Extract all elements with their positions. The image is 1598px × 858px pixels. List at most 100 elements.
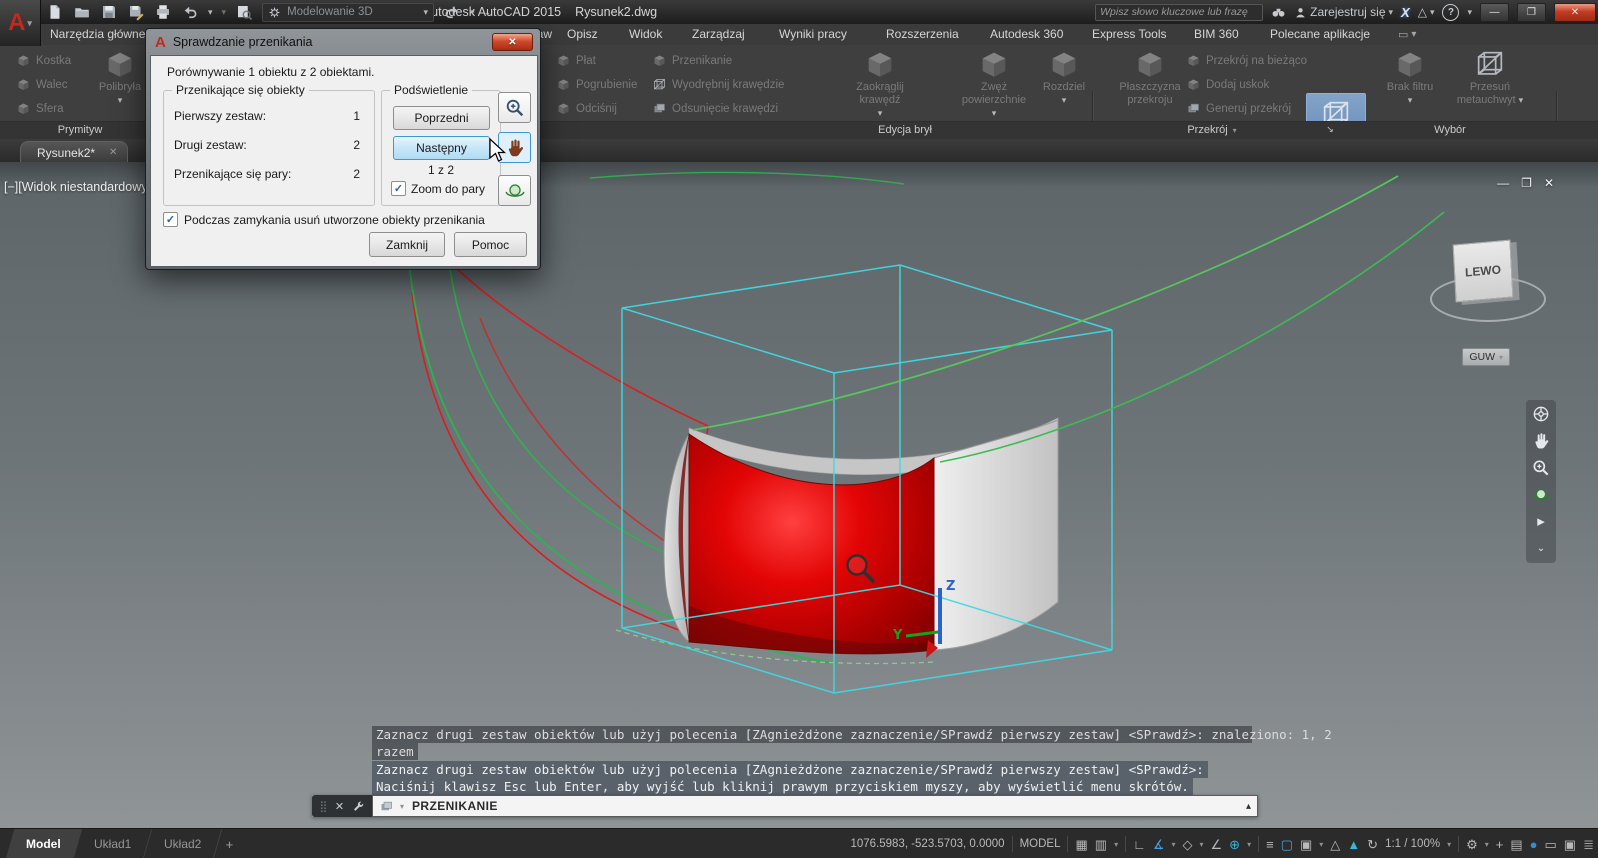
graphics-performance-icon[interactable]: ● — [1530, 838, 1538, 851]
ribbon-item-slice[interactable]: Płat — [556, 53, 596, 68]
workspace-switcher[interactable]: Modelowanie 3D ▾ — [262, 3, 434, 22]
pan-button[interactable] — [498, 132, 531, 163]
viewcube-face[interactable]: LEWO — [1453, 240, 1514, 303]
customization-menu-icon[interactable]: ≣ — [1583, 838, 1594, 851]
command-tools-icon[interactable] — [352, 800, 365, 813]
search-icon[interactable] — [1271, 5, 1286, 20]
autodesk360-icon[interactable]: △▾ — [1418, 5, 1435, 19]
annotation-visibility-icon[interactable]: ▲ — [1347, 838, 1360, 851]
object-snap-tracking-icon[interactable]: ∠ — [1211, 838, 1223, 851]
model-space-toggle[interactable]: MODEL — [1020, 838, 1061, 850]
tab-view[interactable]: Widok — [629, 27, 662, 41]
realtime-zoom-button[interactable] — [498, 92, 531, 123]
tab-layout2[interactable]: Układ2 — [144, 829, 223, 858]
ribbon-item-sphere[interactable]: Sfera — [16, 101, 64, 116]
viewport-minimize-icon[interactable]: — — [1497, 176, 1509, 190]
undo-dropdown[interactable]: ▾ — [208, 7, 213, 18]
ribbon-item-section-plane[interactable]: Płaszczyznaprzekroju — [1108, 47, 1192, 107]
object-snap-icon[interactable]: ⊕ — [1229, 838, 1240, 851]
dialog-close-button[interactable]: ✕ — [492, 33, 533, 51]
ribbon-item-live-section[interactable]: Przekrój na bieżąco — [1186, 53, 1307, 68]
isodraft-dropdown-icon[interactable]: ▾ — [1200, 840, 1204, 849]
polar-tracking-icon[interactable]: ∡ — [1153, 838, 1165, 851]
tab-manage[interactable]: Zarządzaj — [692, 27, 745, 41]
delete-on-close-checkbox[interactable]: ✓ — [163, 212, 178, 227]
zoom-to-pair-checkbox[interactable]: ✓ — [391, 181, 406, 196]
redo-button[interactable] — [443, 3, 461, 21]
viewport-controls-label[interactable]: [−][Widok niestandardowy] — [4, 180, 151, 194]
ribbon-item-fillet-edge[interactable]: Zaokrąglij krawędź▾ — [838, 47, 922, 120]
navigation-wheel-icon[interactable] — [1531, 404, 1551, 424]
scale-dropdown-icon[interactable]: ▾ — [1447, 840, 1451, 849]
panel-solid-editing-label[interactable]: Edycja brył — [878, 124, 932, 136]
zoom-icon[interactable] — [1531, 458, 1551, 478]
command-input[interactable] — [410, 798, 1240, 814]
isometric-drafting-icon[interactable]: ◇ — [1183, 838, 1193, 851]
selection-cycling-icon[interactable]: ▢ — [1281, 838, 1293, 851]
restore-button[interactable]: ❐ — [1517, 3, 1546, 22]
minimize-button[interactable]: — — [1480, 3, 1509, 22]
ribbon-item-offset-edge[interactable]: Odsunięcie krawędzi — [652, 101, 778, 116]
help-icon[interactable]: ? — [1442, 4, 1459, 21]
pan-icon[interactable] — [1531, 431, 1551, 451]
application-menu-button[interactable]: A▾ — [0, 0, 41, 46]
drawing-tab-close-icon[interactable]: ✕ — [109, 147, 117, 158]
panel-primitives-label[interactable]: Prymityw — [58, 124, 103, 136]
drawing-tab[interactable]: Rysunek2* ✕ — [20, 141, 128, 163]
viewport-close-icon[interactable]: ✕ — [1544, 176, 1554, 190]
dialog-title-bar[interactable]: A Sprawdzanie przenikania — [146, 29, 540, 55]
annotation-scale-display[interactable]: 1:1 / 100% — [1385, 838, 1440, 850]
open-file-button[interactable] — [73, 3, 91, 21]
tab-model[interactable]: Model — [6, 829, 82, 858]
command-close-icon[interactable]: ✕ — [335, 800, 344, 813]
navbar-more-icon[interactable]: ⌄ — [1537, 539, 1545, 559]
snap-dropdown-icon[interactable]: ▾ — [1114, 840, 1118, 849]
ribbon-item-generate-section[interactable]: Generuj przekrój — [1186, 101, 1291, 116]
ribbon-item-extract-edges[interactable]: Wyodrębnij krawędzie — [652, 77, 784, 92]
3d-object-snap-icon[interactable]: ▣ — [1300, 838, 1312, 851]
ribbon-item-add-jog[interactable]: Dodaj uskok — [1186, 77, 1269, 92]
tab-bim360[interactable]: BIM 360 — [1194, 27, 1239, 41]
new-layout-button[interactable]: + — [218, 829, 240, 858]
recent-commands-dropdown-icon[interactable]: ▾ — [400, 802, 404, 811]
plot-button[interactable] — [154, 3, 172, 21]
workspace-dropdown-icon[interactable]: ▾ — [1485, 840, 1489, 849]
viewcube[interactable]: LEWO — [1436, 228, 1546, 348]
tab-addins[interactable]: Rozszerzenia — [886, 27, 959, 41]
exchange-apps-icon[interactable]: X — [1401, 5, 1410, 20]
osnap-dropdown-icon[interactable]: ▾ — [1247, 840, 1251, 849]
new-file-button[interactable] — [46, 3, 64, 21]
command-line-grip[interactable]: ⣿ ✕ — [312, 795, 372, 817]
ribbon-item-interfere[interactable]: Przenikanie — [652, 53, 732, 68]
plot-preview-button[interactable] — [235, 3, 253, 21]
quick-properties-icon[interactable]: ▭ — [1545, 838, 1557, 851]
redo-dropdown[interactable]: ▾ — [222, 7, 227, 18]
ribbon-item-no-filter[interactable]: Brak filtru▾ — [1368, 47, 1452, 107]
dynamic-ucs-icon[interactable]: △ — [1330, 838, 1340, 851]
help-button[interactable]: Pomoc — [454, 232, 527, 257]
command-history-expand-icon[interactable]: ▴ — [1246, 801, 1251, 812]
orbit-icon[interactable] — [1531, 485, 1551, 505]
panel-section-launcher-icon[interactable]: ↘ — [1326, 124, 1334, 135]
ribbon-item-move-gizmo[interactable]: Przesuńmetauchwyt ▾ — [1448, 47, 1532, 107]
close-dialog-button[interactable]: Zamknij — [369, 232, 445, 257]
ribbon-item-imprint[interactable]: Odciśnij — [556, 101, 617, 116]
ribbon-display-toggle[interactable]: ▭▾ — [1398, 28, 1416, 41]
tab-output[interactable]: Wyniki pracy — [779, 27, 847, 41]
ortho-mode-icon[interactable]: ∟ — [1133, 838, 1146, 851]
tab-featured-apps[interactable]: Polecane aplikacje — [1270, 27, 1370, 41]
ribbon-item-thicken[interactable]: Pogrubienie — [556, 77, 637, 92]
interference-solid[interactable] — [664, 418, 1058, 654]
help-dropdown[interactable]: ▾ — [1467, 7, 1472, 18]
grid-display-icon[interactable]: ▦ — [1075, 838, 1087, 851]
sign-in-button[interactable]: Zarejestruj się ▾ — [1294, 5, 1393, 19]
undo-button[interactable] — [181, 3, 199, 21]
workspace-gear-icon[interactable]: ⚙ — [1466, 838, 1478, 851]
showmotion-icon[interactable]: ▸ — [1537, 512, 1545, 532]
qat-customize-button[interactable]: ⌄ — [484, 7, 492, 18]
tab-express-tools[interactable]: Express Tools — [1092, 27, 1166, 41]
tab-annotate[interactable]: Opisz — [567, 27, 598, 41]
save-button[interactable] — [100, 3, 118, 21]
save-as-button[interactable] — [127, 3, 145, 21]
tab-autodesk360[interactable]: Autodesk 360 — [990, 27, 1063, 41]
